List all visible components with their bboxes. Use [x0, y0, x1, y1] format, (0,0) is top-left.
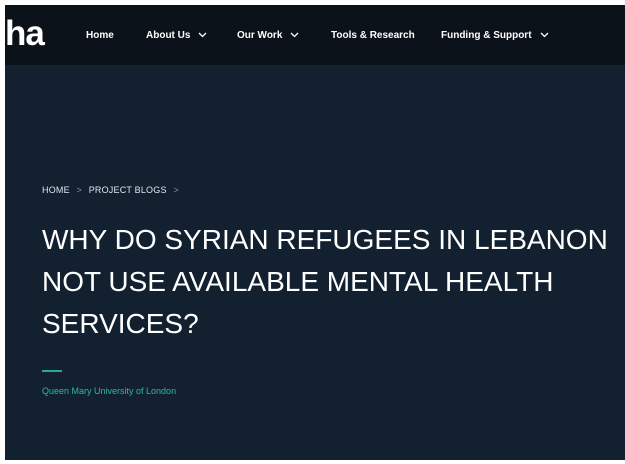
page-frame: ha Home About Us Our Work Tools & Resear… [5, 5, 625, 460]
breadcrumb-separator: > [173, 185, 179, 195]
chevron-down-icon [290, 32, 299, 38]
nav-our-work-label: Our Work [237, 29, 283, 41]
nav-home[interactable]: Home [86, 27, 114, 43]
nav-tools-research-label: Tools & Research [331, 29, 415, 41]
nav-our-work[interactable]: Our Work [237, 27, 299, 43]
breadcrumb-project-blogs[interactable]: PROJECT BLOGS [89, 185, 167, 195]
nav-tools-research[interactable]: Tools & Research [331, 27, 415, 43]
chevron-down-icon [540, 32, 549, 38]
nav-about-us[interactable]: About Us [146, 27, 207, 43]
breadcrumb-home[interactable]: HOME [42, 185, 70, 195]
accent-divider [42, 370, 62, 372]
top-navbar: ha Home About Us Our Work Tools & Resear… [5, 5, 625, 65]
nav-home-label: Home [86, 29, 114, 41]
page-title: WHY DO SYRIAN REFUGEES IN LEBANON NOT US… [42, 224, 608, 339]
chevron-down-icon [198, 32, 207, 38]
nav-funding-support[interactable]: Funding & Support [441, 27, 549, 43]
author-link[interactable]: Queen Mary University of London [42, 386, 176, 396]
nav-about-us-label: About Us [146, 29, 191, 41]
site-logo[interactable]: ha [5, 16, 45, 52]
breadcrumb-separator: > [76, 185, 82, 195]
nav-funding-support-label: Funding & Support [441, 29, 532, 41]
breadcrumb: HOME > PROJECT BLOGS > [42, 185, 183, 195]
